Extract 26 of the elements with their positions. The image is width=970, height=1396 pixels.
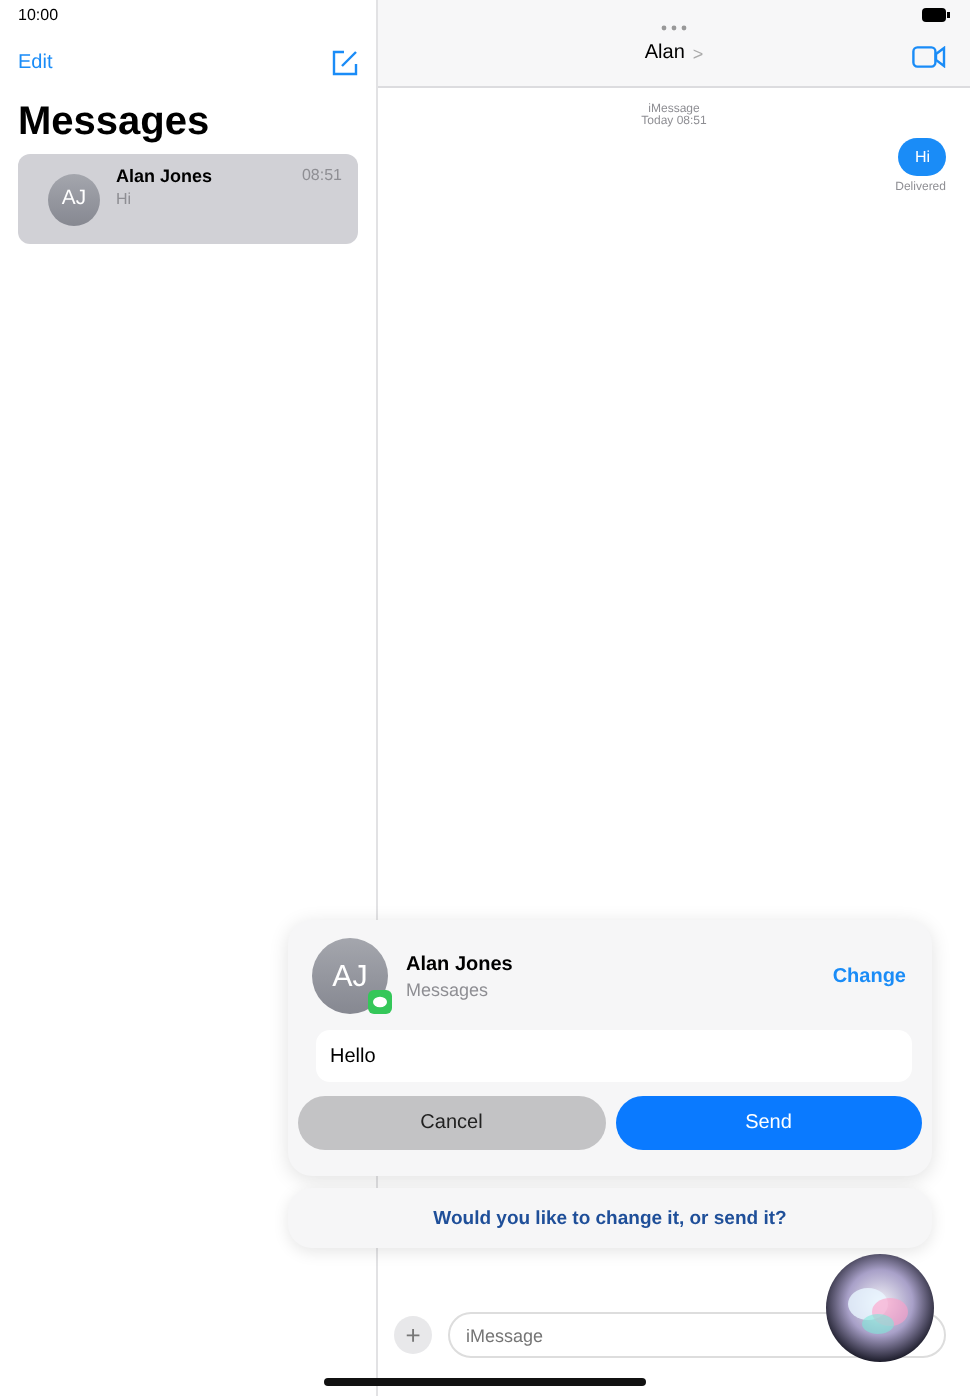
- siri-orb-icon[interactable]: [824, 1252, 936, 1364]
- message-bubble: Hi: [898, 138, 946, 176]
- video-camera-icon[interactable]: [912, 46, 946, 68]
- avatar: AJ: [312, 938, 388, 1014]
- message-preview: Hi: [116, 190, 134, 208]
- change-link[interactable]: Change: [832, 965, 906, 987]
- message-field[interactable]: Hello: [316, 1030, 912, 1082]
- contact-title[interactable]: Alan: [644, 42, 685, 64]
- message-time: 08:51: [301, 166, 342, 186]
- avatar: AJ: [48, 173, 100, 225]
- edit-link[interactable]: Edit: [18, 51, 53, 73]
- status-time: 10:00: [18, 6, 59, 24]
- send-button[interactable]: Send: [615, 1096, 922, 1150]
- cancel-button[interactable]: Cancel: [298, 1096, 605, 1150]
- messages-app-icon: [368, 990, 392, 1014]
- recipient-name: Alan Jones: [406, 953, 515, 975]
- messages-title: Messages: [18, 100, 212, 146]
- app-name: Messages: [406, 979, 491, 999]
- conversation-row[interactable]: AJ Alan Jones 08:51 Hi: [18, 154, 358, 244]
- siri-prompt: Would you like to change it, or send it?: [288, 1188, 932, 1248]
- contact-name: Alan Jones: [116, 166, 213, 186]
- battery-icon: [922, 8, 950, 22]
- more-icon[interactable]: [660, 24, 688, 32]
- chevron[interactable]: >: [692, 43, 704, 63]
- add-button[interactable]: +: [394, 1316, 432, 1354]
- compose-icon[interactable]: [332, 49, 358, 75]
